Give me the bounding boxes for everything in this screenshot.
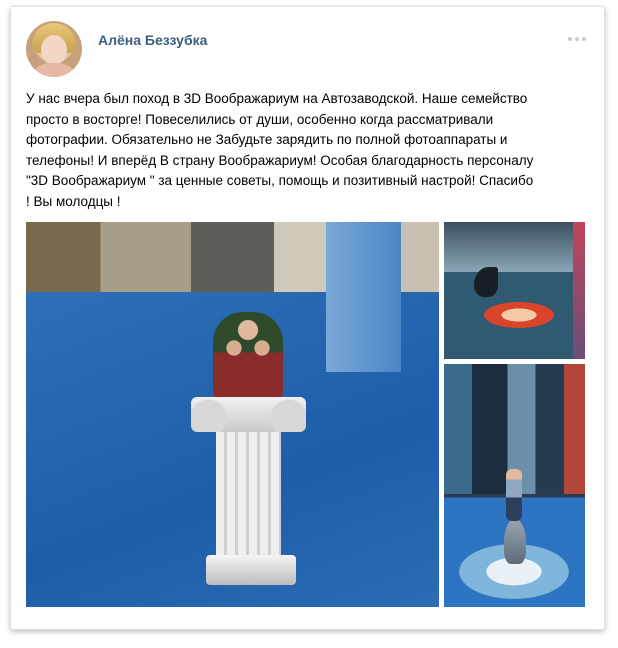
photo-main-pillar	[326, 222, 401, 372]
photo-br-kid	[506, 469, 522, 521]
photo-bottom-right[interactable]	[444, 364, 585, 607]
photo-top-right[interactable]	[444, 222, 585, 359]
photo-main-people	[213, 312, 283, 402]
author-name[interactable]: Алёна Беззубка	[98, 32, 207, 48]
photo-br-dolphin	[504, 519, 526, 564]
photo-tr-side	[573, 222, 585, 359]
photo-main-column-base	[206, 555, 296, 585]
photo-main-column-shaft	[216, 432, 281, 557]
avatar[interactable]	[26, 21, 82, 77]
avatar-body	[30, 63, 78, 77]
post-text: У нас вчера был поход в 3D Воображариум …	[26, 91, 534, 209]
photo-tr-lifebuoy	[484, 302, 554, 328]
photo-main[interactable]	[26, 222, 439, 607]
photo-tr-sky	[444, 222, 585, 272]
photo-tr-orca	[474, 267, 498, 297]
post-card: Алёна Беззубка У нас вчера был поход в 3…	[10, 6, 605, 630]
dot	[568, 37, 572, 41]
more-dots-icon[interactable]	[568, 37, 586, 41]
photo-main-column-capital	[191, 397, 306, 432]
dot	[575, 37, 579, 41]
avatar-face	[41, 35, 67, 65]
dot	[582, 37, 586, 41]
